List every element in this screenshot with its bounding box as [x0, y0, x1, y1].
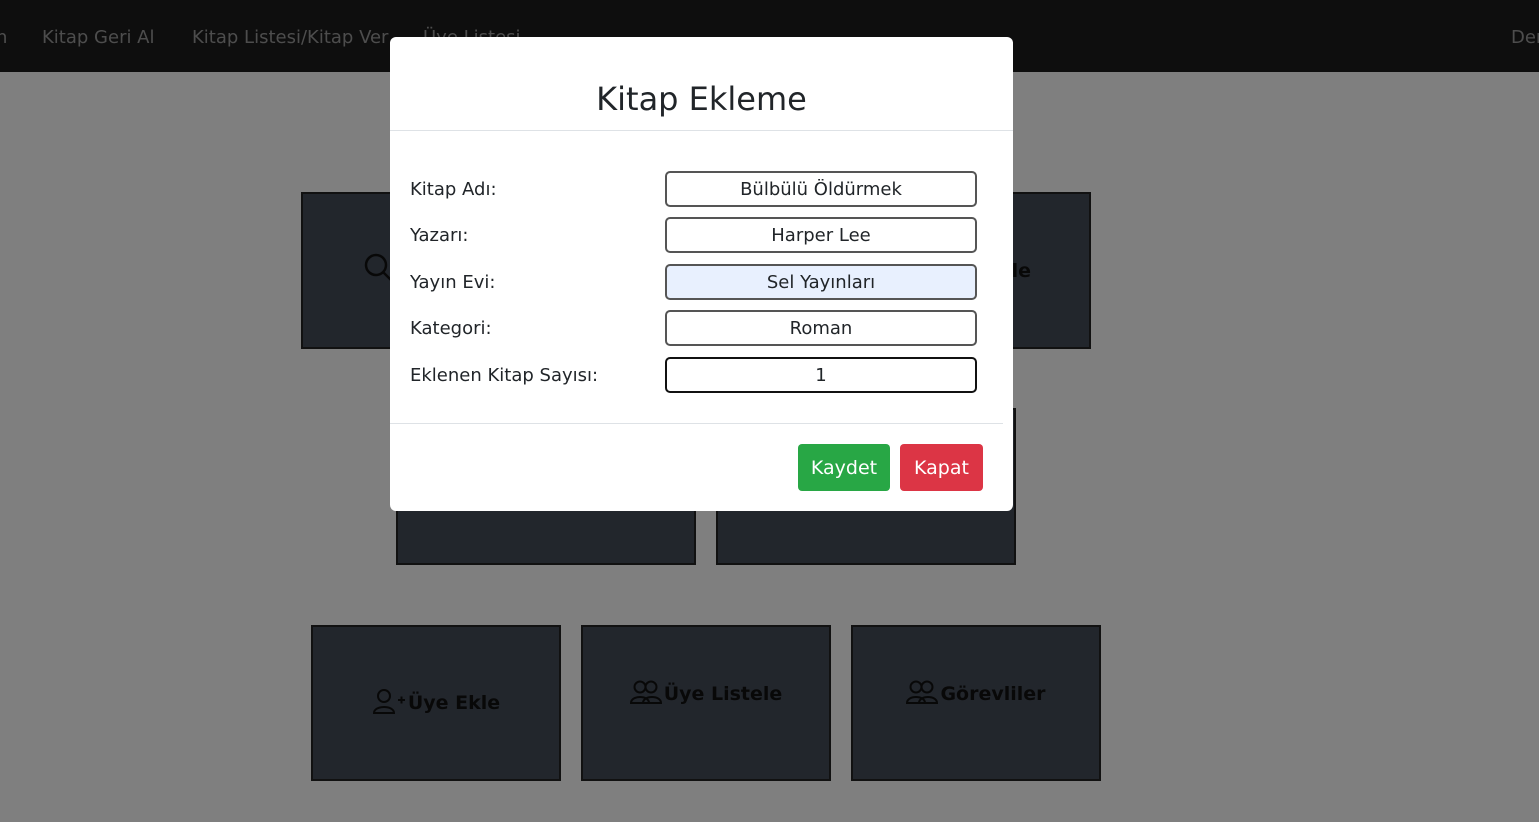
label-kitap-adi: Kitap Adı: [410, 179, 497, 200]
input-yazari[interactable] [665, 217, 977, 253]
label-kitap-sayisi: Eklenen Kitap Sayısı: [410, 365, 599, 386]
close-button[interactable]: Kapat [900, 444, 983, 491]
input-kitap-adi[interactable] [665, 171, 977, 207]
input-kategori[interactable] [665, 310, 977, 346]
modal-title: Kitap Ekleme [596, 80, 807, 118]
kitap-ekleme-modal: Kitap Ekleme Kitap Adı: Yazarı: Yayın Ev… [390, 37, 1013, 511]
label-yayin-evi: Yayın Evi: [410, 272, 496, 293]
modal-footer-divider [390, 423, 1003, 424]
label-kategori: Kategori: [410, 318, 492, 339]
modal-header-divider [390, 130, 1013, 131]
input-yayin-evi[interactable] [665, 264, 977, 300]
label-yazari: Yazarı: [410, 225, 469, 246]
input-kitap-sayisi[interactable] [665, 357, 977, 393]
save-button[interactable]: Kaydet [798, 444, 890, 491]
